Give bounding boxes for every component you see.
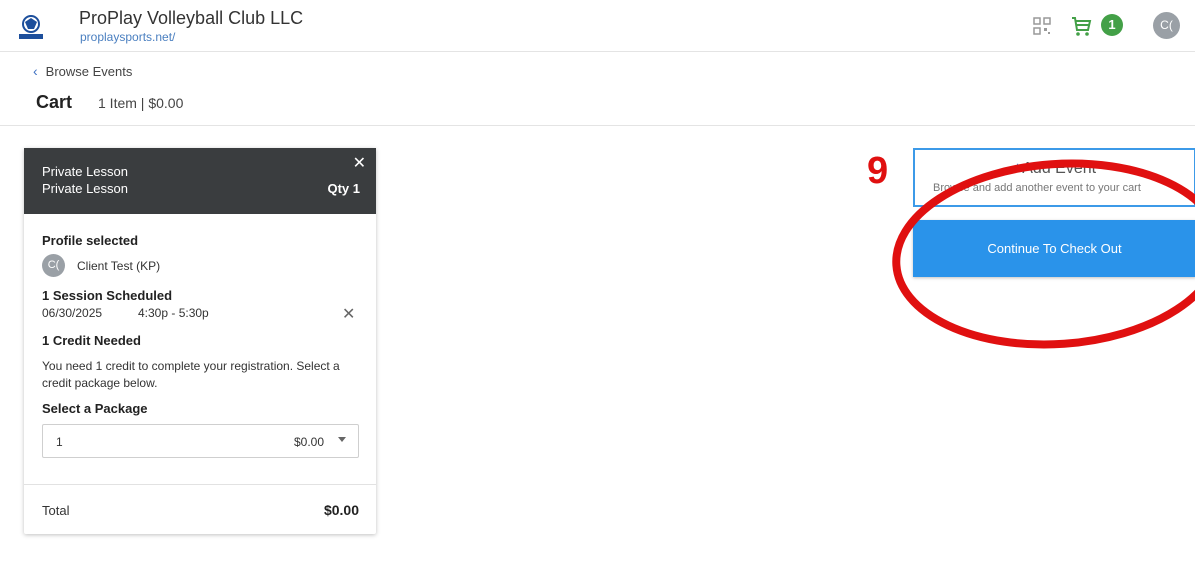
item-subtitle: Private Lesson xyxy=(42,181,128,196)
annotation-circle xyxy=(892,159,1195,349)
total-value: $0.00 xyxy=(323,502,359,518)
annotation-step-number: 9 xyxy=(867,150,889,192)
item-qty: Qty 1 xyxy=(327,181,360,196)
package-selected-price: $0.00 xyxy=(294,435,325,449)
org-url-link[interactable]: proplaysports.net/ xyxy=(80,30,175,44)
session-time: 4:30p - 5:30p xyxy=(138,306,209,320)
org-name: ProPlay Volleyball Club LLC xyxy=(79,8,304,28)
close-icon[interactable]: ✕ xyxy=(353,153,366,173)
shopping-cart-icon[interactable] xyxy=(1070,15,1092,37)
cart-item-card: Private Lesson Private Lesson Qty 1 ✕ Pr… xyxy=(24,148,376,534)
caret-down-icon xyxy=(338,437,346,442)
top-bar: ProPlay Volleyball Club LLC proplaysport… xyxy=(0,0,1195,52)
remove-session-icon[interactable]: ✕ xyxy=(342,304,355,324)
proplay-logo[interactable] xyxy=(17,14,45,40)
browse-events-link[interactable]: ‹ Browse Events xyxy=(33,63,132,79)
package-section-title: Select a Package xyxy=(42,401,148,416)
page-title: Cart xyxy=(36,92,73,112)
divider xyxy=(24,484,376,485)
package-select[interactable]: 1 $0.00 xyxy=(42,424,359,458)
page-header: ‹ Browse Events Cart 1 Item | $0.00 xyxy=(0,53,1195,126)
package-selected-qty: 1 xyxy=(56,435,63,449)
cart-summary: 1 Item | $0.00 xyxy=(98,95,184,111)
chevron-left-icon: ‹ xyxy=(33,63,38,79)
cart-count-badge[interactable]: 1 xyxy=(1101,14,1123,36)
item-title: Private Lesson xyxy=(42,164,128,179)
browse-events-label: Browse Events xyxy=(45,64,133,79)
profile-avatar: C( xyxy=(42,254,65,277)
credit-description: You need 1 credit to complete your regis… xyxy=(42,359,340,390)
total-label: Total xyxy=(42,503,70,518)
session-section-title: 1 Session Scheduled xyxy=(42,288,173,303)
profile-name: Client Test (KP) xyxy=(77,259,161,273)
profile-section-title: Profile selected xyxy=(42,233,139,248)
session-date: 06/30/2025 xyxy=(42,306,103,320)
user-avatar[interactable]: C( xyxy=(1153,12,1180,39)
cart-item-header: Private Lesson Private Lesson Qty 1 ✕ xyxy=(24,148,376,214)
qr-code-icon[interactable] xyxy=(1033,17,1051,35)
credit-section-title: 1 Credit Needed xyxy=(42,333,141,348)
